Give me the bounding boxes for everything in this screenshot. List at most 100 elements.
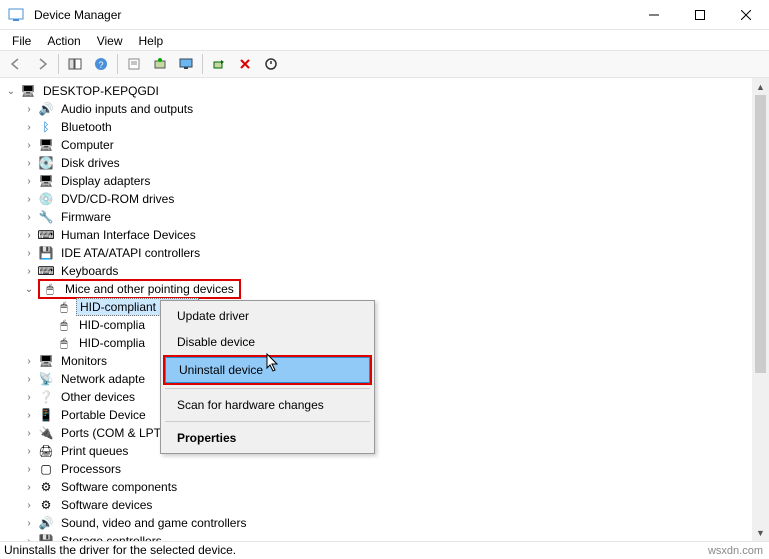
tree-node[interactable]: ›🖥Monitors <box>0 352 769 370</box>
tree-node[interactable]: ›▢Processors <box>0 460 769 478</box>
category-icon: 🖨 <box>38 443 54 459</box>
title-bar: Device Manager <box>0 0 769 30</box>
device-tree[interactable]: ⌄ 🖥 DESKTOP-KEPQGDI ›🔊Audio inputs and o… <box>0 78 769 541</box>
node-label: Network adapte <box>58 371 148 387</box>
expander-icon[interactable]: › <box>22 390 36 404</box>
category-icon: 💿 <box>38 191 54 207</box>
node-label: HID-complia <box>76 317 148 333</box>
expander-icon[interactable]: › <box>22 462 36 476</box>
tree-node[interactable]: ›🔧Firmware <box>0 208 769 226</box>
expander-icon[interactable]: › <box>22 444 36 458</box>
menu-item-scan-hardware[interactable]: Scan for hardware changes <box>163 392 372 418</box>
category-icon: ❔ <box>38 389 54 405</box>
maximize-button[interactable] <box>677 0 723 30</box>
scroll-thumb[interactable] <box>755 95 766 373</box>
tree-node[interactable]: ›🔊Audio inputs and outputs <box>0 100 769 118</box>
menu-item-update-driver[interactable]: Update driver <box>163 303 372 329</box>
tree-node-hid-mouse[interactable]: 🖱 HID-complia <box>0 334 769 352</box>
expander-icon[interactable]: › <box>22 246 36 260</box>
expander-icon[interactable]: › <box>22 480 36 494</box>
expander-icon[interactable]: › <box>22 516 36 530</box>
tree-node[interactable]: ›💾IDE ATA/ATAPI controllers <box>0 244 769 262</box>
mouse-icon: 🖱 <box>56 335 72 351</box>
node-label: Storage controllers <box>58 533 165 541</box>
back-button[interactable] <box>4 52 28 76</box>
node-label: Keyboards <box>58 263 121 279</box>
node-label: Processors <box>58 461 124 477</box>
expander-icon[interactable]: ⌄ <box>4 84 18 98</box>
node-label: Computer <box>58 137 117 153</box>
expander-icon[interactable]: › <box>22 102 36 116</box>
expander-icon[interactable]: › <box>22 498 36 512</box>
expander-icon[interactable]: ⌄ <box>22 282 36 296</box>
expander-icon[interactable]: › <box>22 174 36 188</box>
tree-node[interactable]: ›💽Disk drives <box>0 154 769 172</box>
expander-icon[interactable]: › <box>22 354 36 368</box>
tree-node[interactable]: ›🖥Display adapters <box>0 172 769 190</box>
menu-help[interactable]: Help <box>131 32 172 48</box>
menu-item-properties[interactable]: Properties <box>163 425 372 451</box>
show-hide-tree-button[interactable] <box>63 52 87 76</box>
expander-icon[interactable]: › <box>22 264 36 278</box>
category-icon: ▢ <box>38 461 54 477</box>
node-label: Portable Device <box>58 407 149 423</box>
vertical-scrollbar[interactable]: ▲ ▼ <box>752 78 769 541</box>
expander-icon[interactable]: › <box>22 210 36 224</box>
node-label: Mice and other pointing devices <box>62 281 237 297</box>
tree-node-mice[interactable]: ⌄ 🖱 Mice and other pointing devices <box>0 280 769 298</box>
expander-icon[interactable]: › <box>22 372 36 386</box>
menu-action[interactable]: Action <box>39 32 88 48</box>
tree-node[interactable]: ›ᛒBluetooth <box>0 118 769 136</box>
minimize-button[interactable] <box>631 0 677 30</box>
help-button[interactable]: ? <box>89 52 113 76</box>
tree-node[interactable]: ›⚙Software devices <box>0 496 769 514</box>
tree-node[interactable]: ›⚙Software components <box>0 478 769 496</box>
node-label: Firmware <box>58 209 114 225</box>
menu-item-disable-device[interactable]: Disable device <box>163 329 372 355</box>
tree-node[interactable]: ›🖨Print queues <box>0 442 769 460</box>
tree-node-hid-mouse[interactable]: 🖱 HID-complia <box>0 316 769 334</box>
tree-node[interactable]: ›⌨Human Interface Devices <box>0 226 769 244</box>
menu-separator <box>165 421 370 422</box>
category-icon: 🔌 <box>38 425 54 441</box>
monitor-icon[interactable] <box>174 52 198 76</box>
forward-button[interactable] <box>30 52 54 76</box>
properties-button[interactable] <box>122 52 146 76</box>
category-icon: ⌨ <box>38 227 54 243</box>
expander-icon[interactable]: › <box>22 534 36 541</box>
tree-node[interactable]: ›💾Storage controllers <box>0 532 769 541</box>
node-label: Audio inputs and outputs <box>58 101 196 117</box>
tree-node[interactable]: ›💿DVD/CD-ROM drives <box>0 190 769 208</box>
tree-node[interactable]: ›📡Network adapte <box>0 370 769 388</box>
tree-node[interactable]: ›🔌Ports (COM & LPT) <box>0 424 769 442</box>
expander-icon[interactable]: › <box>22 192 36 206</box>
close-button[interactable] <box>723 0 769 30</box>
node-label: Disk drives <box>58 155 123 171</box>
scroll-up-icon[interactable]: ▲ <box>752 78 769 95</box>
expander-icon[interactable]: › <box>22 120 36 134</box>
tree-node[interactable]: ›📱Portable Device <box>0 406 769 424</box>
menu-file[interactable]: File <box>4 32 39 48</box>
tree-node[interactable]: ›❔Other devices <box>0 388 769 406</box>
update-driver-button[interactable] <box>148 52 172 76</box>
expander-icon[interactable]: › <box>22 156 36 170</box>
node-label: HID-complia <box>76 335 148 351</box>
uninstall-button[interactable] <box>233 52 257 76</box>
watermark: wsxdn.com <box>708 545 763 557</box>
scroll-down-icon[interactable]: ▼ <box>752 524 769 541</box>
tree-node[interactable]: ›🔊Sound, video and game controllers <box>0 514 769 532</box>
expander-icon[interactable]: › <box>22 408 36 422</box>
tree-node-hid-mouse[interactable]: 🖱 HID-compliant mouse <box>0 298 769 316</box>
expander-icon[interactable]: › <box>22 138 36 152</box>
tree-node[interactable]: ›🖥Computer <box>0 136 769 154</box>
category-icon: 🔧 <box>38 209 54 225</box>
tree-node[interactable]: ›⌨Keyboards <box>0 262 769 280</box>
node-label: IDE ATA/ATAPI controllers <box>58 245 203 261</box>
menu-view[interactable]: View <box>89 32 131 48</box>
scan-hardware-button[interactable] <box>207 52 231 76</box>
menu-item-uninstall-device[interactable]: Uninstall device <box>165 357 370 383</box>
disable-button[interactable] <box>259 52 283 76</box>
expander-icon[interactable]: › <box>22 426 36 440</box>
expander-icon[interactable]: › <box>22 228 36 242</box>
tree-root[interactable]: ⌄ 🖥 DESKTOP-KEPQGDI <box>0 82 769 100</box>
